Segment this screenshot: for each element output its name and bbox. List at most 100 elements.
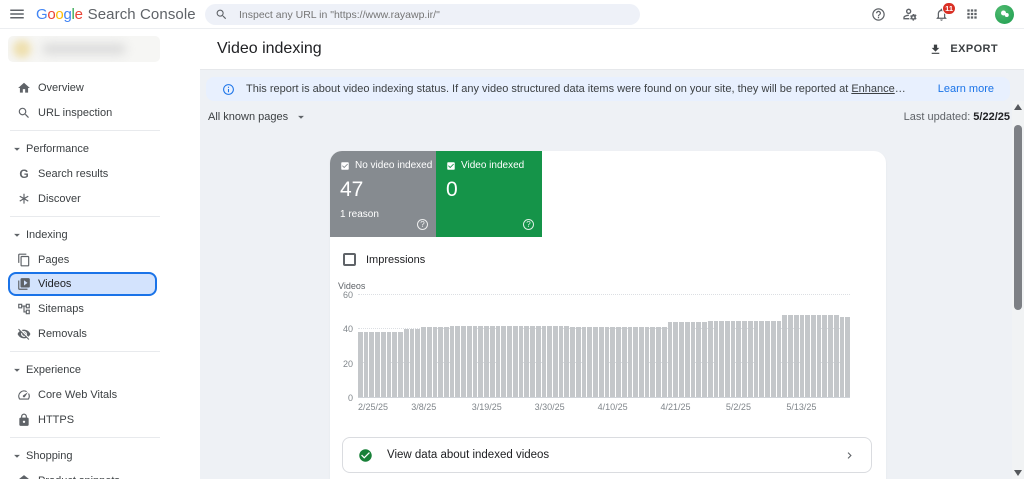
avatar[interactable] <box>995 4 1014 24</box>
lock-icon <box>17 413 31 427</box>
summary-cards: No video indexed 47 1 reason ? Video ind… <box>330 151 886 237</box>
sidebar-item-label: Sitemaps <box>38 302 84 315</box>
sidebar-item-discover[interactable]: Discover <box>0 186 200 211</box>
sidebar-item-overview[interactable]: Overview <box>0 75 200 100</box>
sidebar-section-experience[interactable]: Experience <box>0 357 200 382</box>
product-name: Search Console <box>87 5 196 23</box>
learn-more-link[interactable]: Learn more <box>926 83 994 95</box>
bar <box>616 327 621 397</box>
scrollbar-down-arrow[interactable] <box>1014 470 1022 476</box>
videos-bar-chart: Videos 0 20 40 60 2/25/25 3/8/25 3/19/25 3/30/… <box>336 281 851 413</box>
bar <box>541 325 547 397</box>
property-selector-blurred[interactable] <box>8 36 160 62</box>
sidebar-item-label: Search results <box>38 167 109 180</box>
bar <box>472 325 478 397</box>
video-indexed-card[interactable]: Video indexed 0 ? <box>436 151 542 237</box>
sidebar-item-core-web-vitals[interactable]: Core Web Vitals <box>0 382 200 407</box>
page-title: Video indexing <box>217 40 322 57</box>
bar <box>386 332 392 397</box>
bar <box>432 327 438 397</box>
sidebar-item-product-snippets[interactable]: Product snippets <box>0 468 200 479</box>
notification-count-badge: 11 <box>942 1 956 15</box>
x-tick-label: 4/21/25 <box>660 402 691 412</box>
sidebar-section-label: Experience <box>26 363 82 376</box>
sidebar-section-indexing[interactable]: Indexing <box>0 222 200 247</box>
help-circle-icon[interactable]: ? <box>417 219 428 230</box>
bar <box>753 320 759 397</box>
enhancements-videos-link[interactable]: Enhancements > Videos <box>851 83 914 95</box>
bar <box>547 325 552 397</box>
search-input[interactable] <box>237 7 630 22</box>
bar <box>667 322 673 397</box>
bar <box>552 325 558 397</box>
checkbox-checked-icon[interactable] <box>340 161 350 171</box>
bar <box>770 320 776 397</box>
sidebar: Overview URL inspection Performance G Search… <box>0 29 200 479</box>
export-button[interactable]: EXPORT <box>923 42 1004 57</box>
bar <box>501 325 507 397</box>
no-video-indexed-card[interactable]: No video indexed 47 1 reason ? <box>330 151 436 237</box>
g-icon: G <box>19 166 29 181</box>
x-tick-label: 3/8/25 <box>411 402 437 412</box>
x-tick-label: 3/19/25 <box>471 402 502 412</box>
sidebar-divider <box>10 130 160 131</box>
bar <box>593 327 598 397</box>
page-scope-dropdown[interactable]: All known pages <box>206 110 308 124</box>
checkbox-unchecked-icon[interactable] <box>343 253 356 266</box>
sidebar-item-videos[interactable]: Videos <box>8 272 157 296</box>
checkbox-checked-icon[interactable] <box>446 161 456 171</box>
sidebar-item-label: Product snippets <box>38 475 120 479</box>
bar <box>793 315 799 397</box>
sidebar-item-label: Pages <box>38 253 70 266</box>
bar <box>507 325 512 397</box>
sidebar-item-pages[interactable]: Pages <box>0 247 200 272</box>
check-circle-icon <box>358 448 373 463</box>
sidebar-item-search-results[interactable]: G Search results <box>0 161 200 186</box>
scrollbar-thumb[interactable] <box>1014 125 1022 310</box>
bar <box>512 325 518 397</box>
sidebar-item-removals[interactable]: Removals <box>0 321 200 346</box>
sidebar-item-url-inspection[interactable]: URL inspection <box>0 100 200 125</box>
chart-plot-area[interactable] <box>358 294 851 398</box>
bar <box>736 320 742 397</box>
bar <box>455 325 461 397</box>
sidebar-item-label: URL inspection <box>38 106 113 119</box>
videos-icon <box>17 277 31 291</box>
hamburger-menu-icon[interactable] <box>8 5 26 23</box>
bar <box>822 315 828 397</box>
impressions-checkbox[interactable]: Impressions <box>343 253 886 266</box>
search-icon <box>215 8 228 21</box>
app-logo: Google Search Console <box>36 6 196 23</box>
sidebar-item-label: Videos <box>38 278 72 290</box>
sidebar-section-performance[interactable]: Performance <box>0 136 200 161</box>
main-content: Video indexing EXPORT This report is abo… <box>200 29 1024 479</box>
bar <box>633 327 638 397</box>
bar <box>409 329 415 397</box>
bar <box>621 327 627 397</box>
view-indexed-videos-row[interactable]: View data about indexed videos <box>342 437 872 473</box>
bar <box>839 317 845 397</box>
bar <box>530 325 535 397</box>
bar <box>398 332 403 397</box>
scrollbar-up-arrow[interactable] <box>1014 104 1022 110</box>
filter-row: All known pages Last updated: 5/22/25 <box>206 106 1010 128</box>
y-tick-label: 40 <box>342 324 353 335</box>
sidebar-section-shopping[interactable]: Shopping <box>0 443 200 468</box>
google-apps-grid-icon[interactable] <box>965 7 979 21</box>
sidebar-item-https[interactable]: HTTPS <box>0 407 200 432</box>
vertical-scrollbar[interactable] <box>1012 101 1024 479</box>
help-icon[interactable] <box>871 7 886 22</box>
y-tick-label: 0 <box>347 393 353 403</box>
url-inspection-searchbox[interactable] <box>205 4 640 25</box>
bar <box>495 325 501 397</box>
y-tick-label: 60 <box>342 290 353 300</box>
bar <box>845 317 851 397</box>
manage-users-icon[interactable] <box>902 6 918 22</box>
bar <box>587 327 593 397</box>
help-circle-icon[interactable]: ? <box>523 219 534 230</box>
discover-icon <box>17 192 31 206</box>
bar <box>684 322 690 397</box>
bar <box>742 320 747 397</box>
sidebar-item-sitemaps[interactable]: Sitemaps <box>0 296 200 321</box>
bar <box>478 325 484 397</box>
